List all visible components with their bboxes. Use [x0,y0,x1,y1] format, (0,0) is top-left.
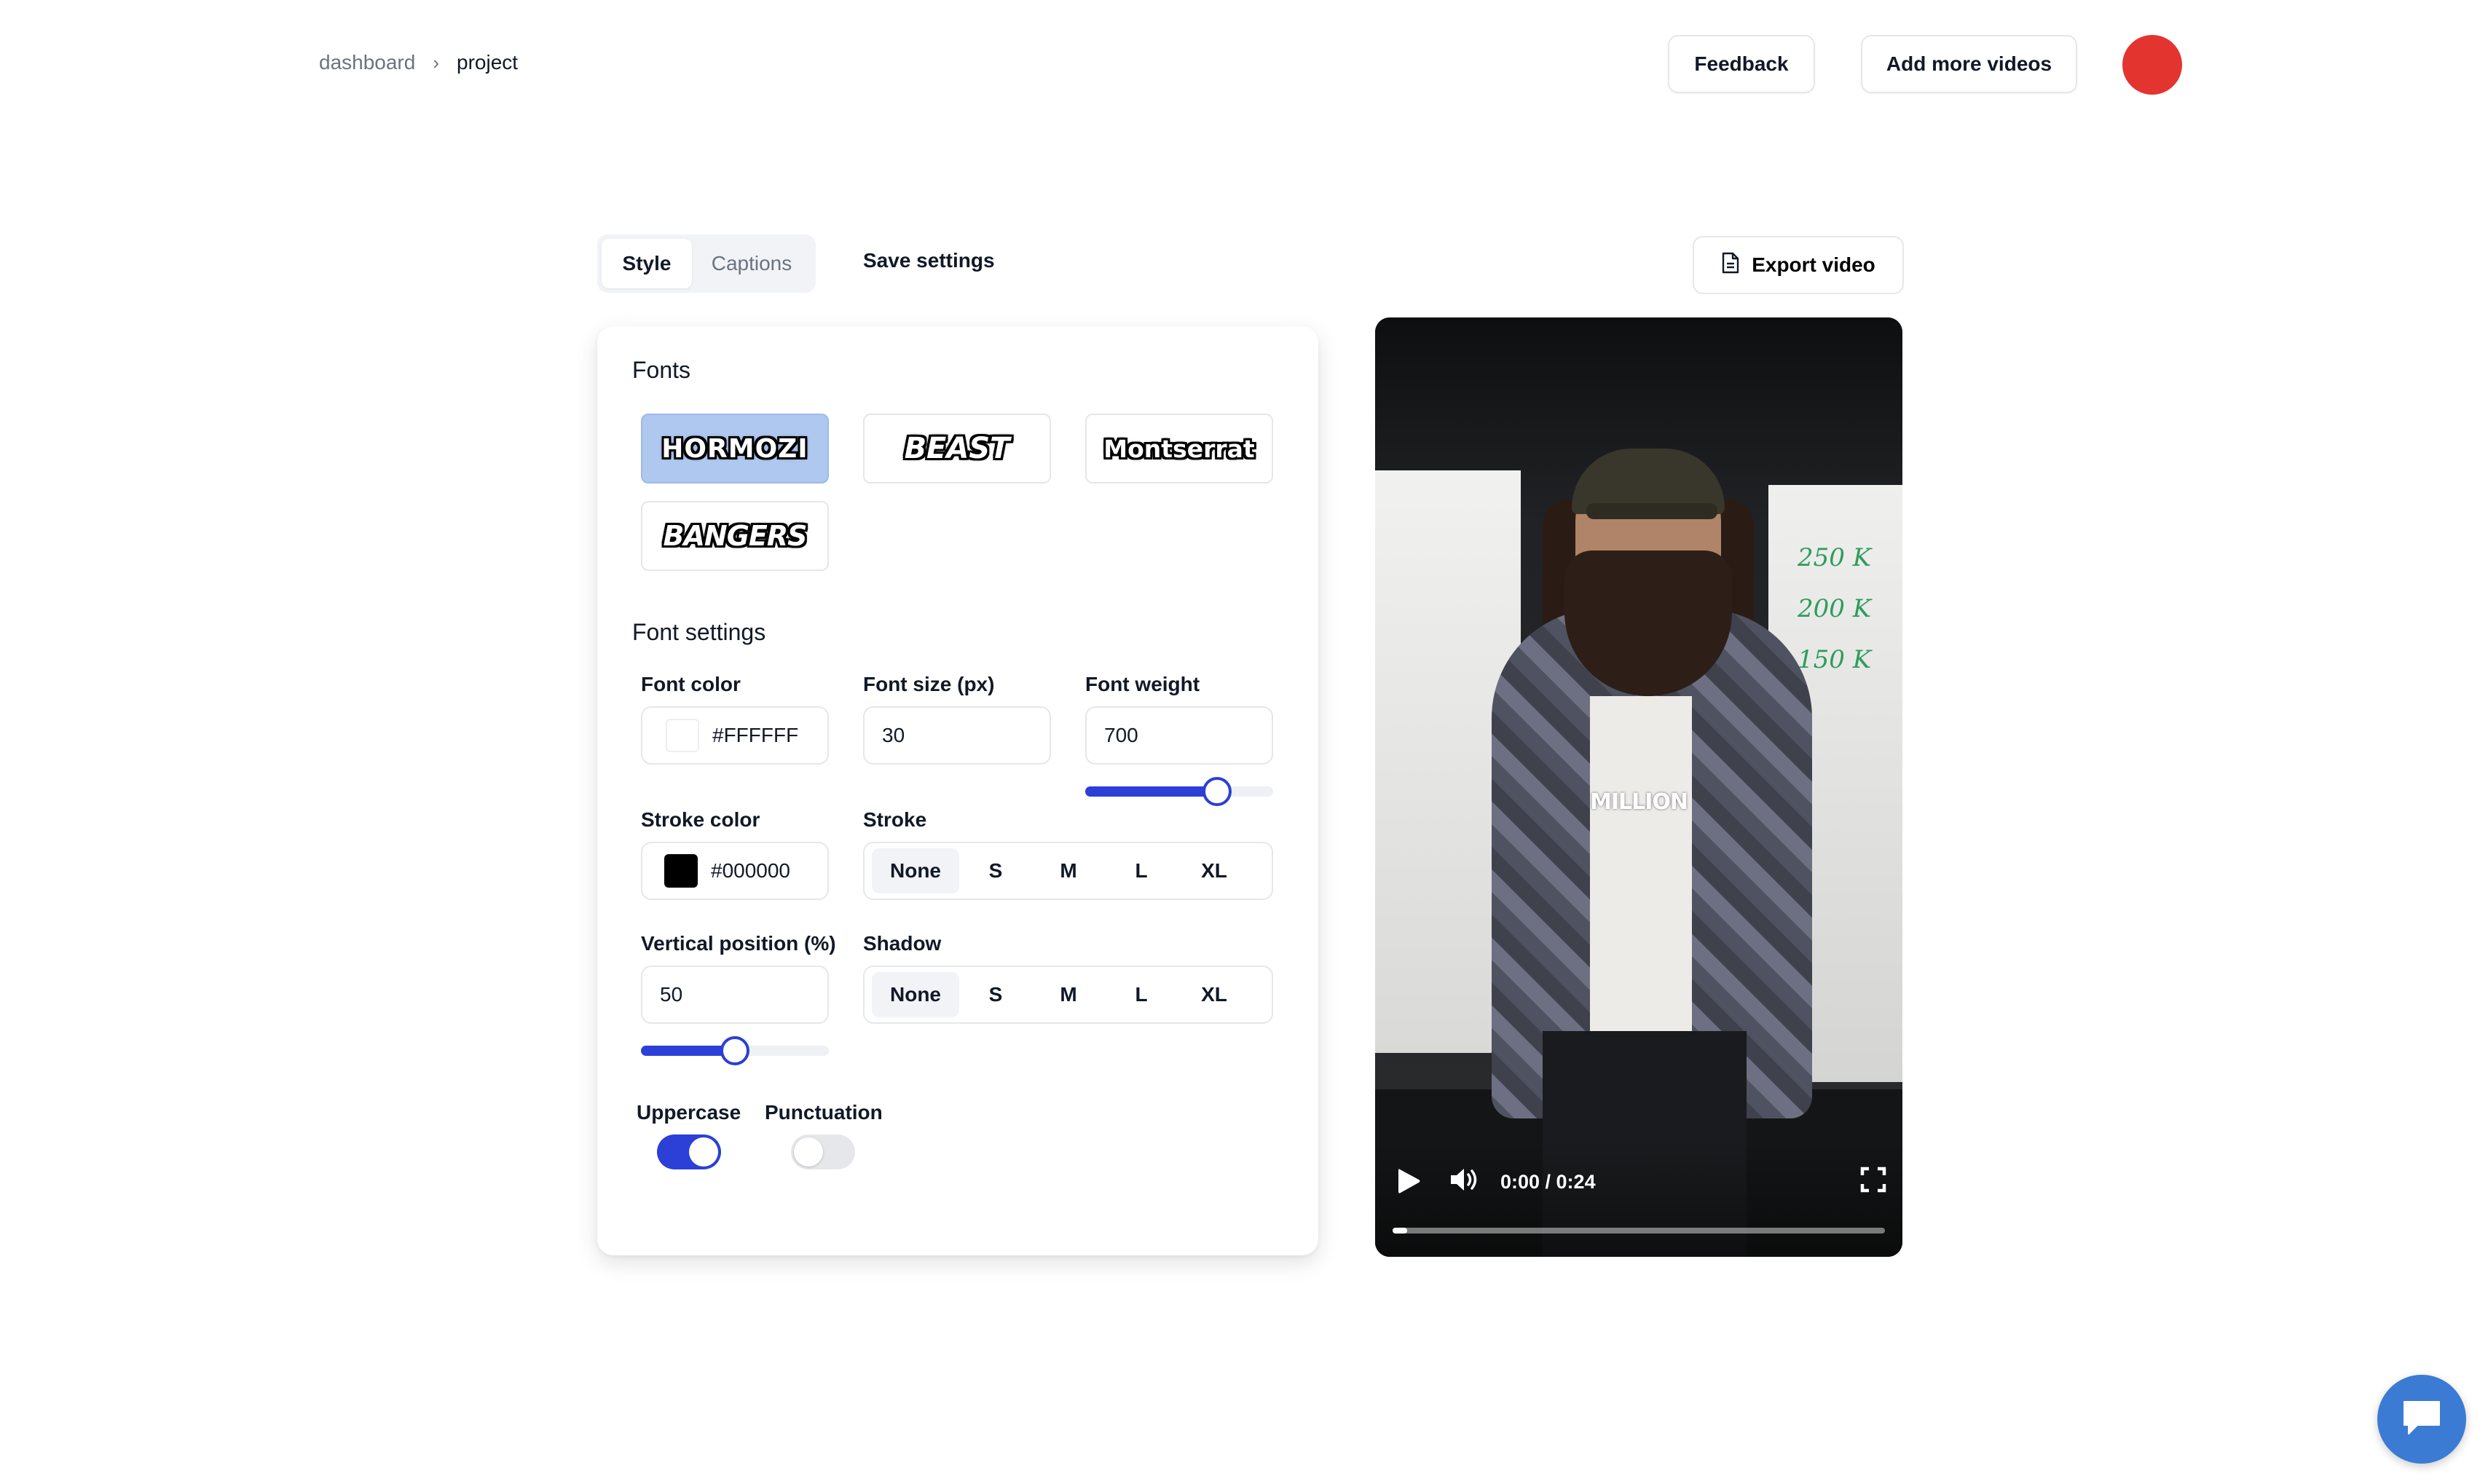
chat-support-button[interactable] [2377,1375,2466,1464]
font-weight-slider-thumb[interactable] [1202,777,1232,806]
video-preview[interactable]: 250 K 200 K 150 K MILLION 0:00 / 0:24 [1375,317,1902,1257]
breadcrumb-dashboard-link[interactable]: dashboard [319,51,415,74]
export-video-label: Export video [1752,253,1875,276]
stroke-label: Stroke [863,808,927,831]
shadow-option-m[interactable]: M [1032,972,1105,1017]
font-option-montserrat[interactable]: Montserrat [1085,414,1273,484]
document-icon [1721,252,1740,279]
vertical-position-label: Vertical position (%) [641,932,836,955]
stroke-color-field[interactable]: #000000 [641,842,829,900]
shadow-option-s[interactable]: S [959,972,1032,1017]
save-settings-button[interactable]: Save settings [863,249,995,272]
font-option-hormozi[interactable]: HORMOZI [641,414,829,484]
shadow-option-l[interactable]: L [1105,972,1178,1017]
avatar[interactable] [2122,35,2182,95]
punctuation-label: Punctuation [765,1101,883,1124]
fonts-heading: Fonts [632,357,691,383]
font-size-label: Font size (px) [863,673,995,695]
shadow-option-none[interactable]: None [872,972,959,1017]
fullscreen-icon[interactable] [1860,1167,1886,1196]
stroke-size-selector: None S M L XL [863,842,1273,900]
whiteboard-text-3: 150 K [1798,645,1872,674]
whiteboard-text-2: 200 K [1798,594,1872,623]
vertical-position-slider-thumb[interactable] [720,1036,749,1065]
play-icon[interactable] [1393,1165,1425,1201]
feedback-button[interactable]: Feedback [1668,35,1815,93]
font-color-value: #FFFFFF [712,724,799,746]
font-settings-heading: Font settings [632,619,766,645]
font-weight-label: Font weight [1085,673,1200,695]
font-option-bangers[interactable]: BANGERS [641,501,829,571]
font-color-swatch[interactable] [666,719,699,752]
stroke-option-s[interactable]: S [959,848,1032,893]
video-controls-bar [1375,1140,1902,1257]
font-color-field[interactable]: #FFFFFF [641,706,829,765]
uppercase-toggle-knob [689,1137,718,1167]
uppercase-toggle[interactable] [657,1134,721,1169]
font-weight-input[interactable]: 700 [1085,706,1273,765]
font-weight-slider[interactable] [1085,777,1273,806]
stroke-color-value: #000000 [711,859,791,882]
stroke-option-xl[interactable]: XL [1178,848,1251,893]
person-undershirt [1590,696,1692,1053]
uppercase-label: Uppercase [637,1101,741,1124]
chevron-right-icon: › [433,51,440,74]
volume-icon[interactable] [1448,1165,1480,1198]
breadcrumb: dashboard › project [319,51,518,74]
font-color-label: Font color [641,673,741,695]
export-video-button[interactable]: Export video [1693,236,1904,294]
vertical-position-input[interactable]: 50 [641,966,829,1024]
video-time-display: 0:00 / 0:24 [1500,1171,1596,1193]
vertical-position-slider[interactable] [641,1036,829,1065]
stroke-option-m[interactable]: M [1032,848,1105,893]
font-size-input[interactable]: 30 [863,706,1051,765]
stroke-color-label: Stroke color [641,808,760,831]
punctuation-toggle[interactable] [791,1134,855,1169]
video-progress-bar[interactable] [1393,1228,1885,1234]
add-more-videos-button[interactable]: Add more videos [1861,35,2077,93]
style-settings-panel: Fonts HORMOZI BEAST Montserrat BANGERS F… [597,326,1318,1255]
video-progress-fill [1393,1228,1408,1234]
style-captions-tabs: Style Captions [597,234,816,293]
font-option-beast[interactable]: BEAST [863,414,1051,484]
tab-captions[interactable]: Captions [692,239,811,288]
person-cap-brim [1586,503,1717,519]
stroke-option-l[interactable]: L [1105,848,1178,893]
chat-bubble-icon [2400,1397,2444,1442]
breadcrumb-current: project [457,51,519,74]
shadow-option-xl[interactable]: XL [1178,972,1251,1017]
whiteboard-text-1: 250 K [1798,543,1872,572]
shadow-size-selector: None S M L XL [863,966,1273,1024]
shadow-label: Shadow [863,932,942,955]
stroke-color-swatch[interactable] [664,854,698,888]
caption-preview-text: MILLION [1589,789,1688,815]
font-weight-slider-fill [1085,786,1217,797]
punctuation-toggle-knob [794,1137,823,1167]
stroke-option-none[interactable]: None [872,848,959,893]
tab-style[interactable]: Style [602,239,692,288]
